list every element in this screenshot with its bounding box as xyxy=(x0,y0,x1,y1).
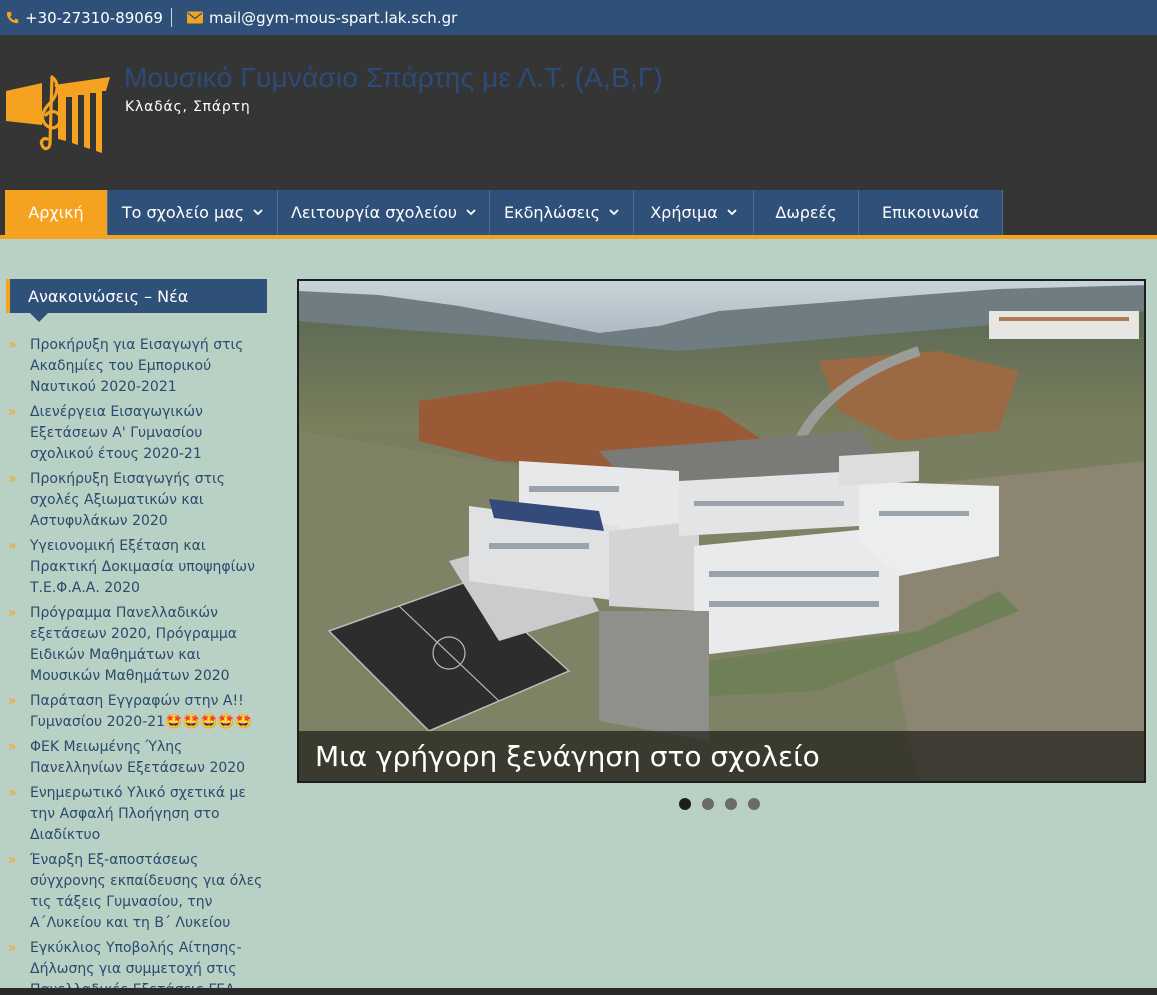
list-item: » Πρόγραμμα Πανελλαδικών εξετάσεων 2020, … xyxy=(6,603,270,687)
site-tagline: Κλαδάς, Σπάρτη xyxy=(125,99,251,115)
email-address[interactable]: mail@gym-mous-spart.lak.sch.gr xyxy=(209,9,457,27)
site-header: Μουσικό Γυμνάσιο Σπάρτης με Λ.Τ. (Α,Β,Γ)… xyxy=(0,35,1157,190)
nav-item-label: Αρχική xyxy=(28,203,84,222)
envelope-icon xyxy=(187,11,203,24)
nav-item-donations[interactable]: Δωρεές xyxy=(754,190,859,235)
chevron-down-icon xyxy=(609,209,619,216)
nav-item-useful[interactable]: Χρήσιμα xyxy=(634,190,754,235)
nav-item-label: Λειτουργία σχολείου xyxy=(290,203,458,222)
nav-item-label: Χρήσιμα xyxy=(650,203,718,222)
nav-menu: Αρχική Το σχολείο μας Λειτουργία σχολείο… xyxy=(5,190,1003,235)
news-list: » Προκήρυξη για Εισαγωγή στις Ακαδημίες τ… xyxy=(6,335,270,995)
main-navigation: Αρχική Το σχολείο μας Λειτουργία σχολείο… xyxy=(0,190,1157,235)
widget-title-text: Ανακοινώσεις – Νέα xyxy=(28,286,189,306)
nav-item-events[interactable]: Εκδηλώσεις xyxy=(490,190,634,235)
list-item: » ΦΕΚ Μειωμένης Ύλης Πανελληνίων Εξετάσεω… xyxy=(6,737,270,779)
news-link[interactable]: Πρόγραμμα Πανελλαδικών εξετάσεων 2020, Π… xyxy=(30,605,237,684)
slider-pagination xyxy=(679,798,760,810)
slider-dot-3[interactable] xyxy=(725,798,737,810)
list-item: » Έναρξη Εξ-αποστάσεως σύγχρονης εκπαίδευ… xyxy=(6,850,270,934)
list-item: » Υγειονομική Εξέταση και Πρακτική Δοκιμα… xyxy=(6,536,270,599)
nav-item-label: Επικοινωνία xyxy=(881,203,980,222)
contact-bar: +30-27310-89069 mail@gym-mous-spart.lak.… xyxy=(0,0,1157,35)
treble-clef-columns-logo[interactable] xyxy=(6,73,112,155)
nav-accent-line xyxy=(0,235,1157,239)
double-chevron-right-icon: » xyxy=(8,852,17,868)
chevron-down-icon xyxy=(253,209,263,216)
nav-item-home[interactable]: Αρχική xyxy=(5,190,108,235)
nav-item-our-school[interactable]: Το σχολείο μας xyxy=(108,190,278,235)
double-chevron-right-icon: » xyxy=(8,538,17,554)
email-contact[interactable]: mail@gym-mous-spart.lak.sch.gr xyxy=(187,0,457,35)
nav-item-label: Εκδηλώσεις xyxy=(504,203,600,222)
news-link[interactable]: Εγκύκλιος Υποβολής Αίτησης-Δήλωσης για σ… xyxy=(30,940,242,995)
contact-divider xyxy=(171,8,172,27)
slider-dot-2[interactable] xyxy=(702,798,714,810)
list-item: » Διενέργεια Εισαγωγικών Εξετάσεων Α' Γυμ… xyxy=(6,402,270,465)
news-link[interactable]: Ενημερωτικό Υλικό σχετικά με την Ασφαλή … xyxy=(30,785,246,843)
news-link[interactable]: Έναρξη Εξ-αποστάσεως σύγχρονης εκπαίδευσ… xyxy=(30,852,262,931)
double-chevron-right-icon: » xyxy=(8,337,17,353)
nav-item-school-operation[interactable]: Λειτουργία σχολείου xyxy=(278,190,490,235)
double-chevron-right-icon: » xyxy=(8,693,17,709)
list-item: » Παράταση Εγγραφών στην Α!! Γυμνασίου 20… xyxy=(6,691,270,733)
news-link[interactable]: Υγειονομική Εξέταση και Πρακτική Δοκιμασ… xyxy=(30,538,255,596)
chevron-down-icon xyxy=(466,209,476,216)
phone-contact[interactable]: +30-27310-89069 xyxy=(6,0,163,35)
slider-dot-4[interactable] xyxy=(748,798,760,810)
list-item: » Προκήρυξη για Εισαγωγή στις Ακαδημίες τ… xyxy=(6,335,270,398)
slide-caption[interactable]: Μια γρήγορη ξενάγηση στο σχολείο xyxy=(299,731,1144,781)
phone-icon xyxy=(6,11,19,24)
double-chevron-right-icon: » xyxy=(8,785,17,801)
chevron-down-icon xyxy=(727,209,737,216)
double-chevron-right-icon: » xyxy=(8,605,17,621)
double-chevron-right-icon: » xyxy=(8,940,17,956)
list-item: » Ενημερωτικό Υλικό σχετικά με την Ασφαλή… xyxy=(6,783,270,846)
slider-dot-1[interactable] xyxy=(679,798,691,810)
news-link[interactable]: Προκήρυξη για Εισαγωγή στις Ακαδημίες το… xyxy=(30,337,243,395)
list-item: » Εγκύκλιος Υποβολής Αίτησης-Δήλωσης για … xyxy=(6,938,270,995)
site-title[interactable]: Μουσικό Γυμνάσιο Σπάρτης με Λ.Τ. (Α,Β,Γ) xyxy=(124,62,663,94)
aerial-school-photo xyxy=(299,281,1144,781)
news-link[interactable]: Διενέργεια Εισαγωγικών Εξετάσεων Α' Γυμν… xyxy=(30,404,203,462)
news-link[interactable]: Παράταση Εγγραφών στην Α!! Γυμνασίου 202… xyxy=(30,693,252,730)
nav-item-label: Το σχολείο μας xyxy=(121,203,245,222)
widget-title-announcements: Ανακοινώσεις – Νέα xyxy=(6,279,267,322)
double-chevron-right-icon: » xyxy=(8,739,17,755)
double-chevron-right-icon: » xyxy=(8,404,17,420)
phone-number[interactable]: +30-27310-89069 xyxy=(25,9,163,27)
double-chevron-right-icon: » xyxy=(8,471,17,487)
footer-strip xyxy=(0,988,1157,995)
list-item: » Προκήρυξη Εισαγωγής στις σχολές Αξιωματ… xyxy=(6,469,270,532)
widget-title-pointer xyxy=(30,313,48,322)
news-link[interactable]: ΦΕΚ Μειωμένης Ύλης Πανελληνίων Εξετάσεων… xyxy=(30,739,245,776)
nav-item-label: Δωρεές xyxy=(775,203,837,222)
image-slider[interactable]: Μια γρήγορη ξενάγηση στο σχολείο xyxy=(297,279,1146,783)
nav-item-contact[interactable]: Επικοινωνία xyxy=(859,190,1003,235)
slide-caption-text: Μια γρήγορη ξενάγηση στο σχολείο xyxy=(315,739,820,773)
news-link[interactable]: Προκήρυξη Εισαγωγής στις σχολές Αξιωματι… xyxy=(30,471,225,529)
